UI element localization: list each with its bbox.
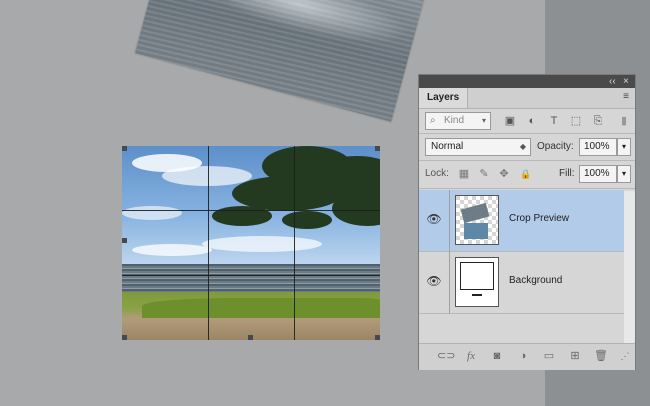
crop-grid-line xyxy=(122,275,380,276)
crop-grid-line xyxy=(122,210,380,211)
lock-all-icon[interactable]: 🔒 xyxy=(519,167,533,181)
dropdown-icon: ▾ xyxy=(481,116,486,125)
filter-kind-label: Kind xyxy=(444,115,465,126)
sea xyxy=(122,264,380,294)
add-mask-icon[interactable]: ◙ xyxy=(489,348,505,364)
crop-grid-line xyxy=(294,146,295,340)
tree-foliage xyxy=(212,146,380,246)
lock-transparent-pixels-icon[interactable]: ▦ xyxy=(457,167,471,181)
layer-thumbnail xyxy=(455,195,499,245)
link-layers-icon[interactable]: ⊂⊃ xyxy=(437,348,455,364)
grass xyxy=(142,298,380,318)
filter-toggle-icon[interactable]: ▮ xyxy=(617,114,631,128)
search-icon: ⌕ xyxy=(430,115,436,126)
lock-image-pixels-icon[interactable]: ✎ xyxy=(477,167,491,181)
tab-layers[interactable]: Layers xyxy=(419,88,469,108)
crop-handle[interactable] xyxy=(122,335,127,340)
tab-row: Layers ≡ xyxy=(419,88,635,109)
panel-menu-icon[interactable]: ≡ xyxy=(623,91,629,102)
crop-handle[interactable] xyxy=(248,335,253,340)
collapse-button[interactable]: ‹‹ xyxy=(609,75,616,88)
type-filter-icon[interactable]: T xyxy=(547,114,561,128)
layer-name: Crop Preview xyxy=(509,213,570,224)
crop-handle[interactable] xyxy=(122,146,127,151)
fx-icon[interactable]: fx xyxy=(463,348,479,364)
crop-grid-line xyxy=(208,146,209,340)
fill-label: Fill: xyxy=(559,168,575,179)
layer-thumbnail xyxy=(455,257,499,307)
crop-handle[interactable] xyxy=(375,335,380,340)
layer-row-background[interactable]: 👁 Background xyxy=(419,252,624,314)
delete-icon[interactable]: 🗑 xyxy=(593,348,609,364)
close-button[interactable]: × xyxy=(623,75,629,88)
adjustment-layer-icon[interactable]: ◑ xyxy=(515,348,531,364)
blend-mode-select[interactable]: Normal ◆ xyxy=(425,138,531,156)
opacity-label: Opacity: xyxy=(537,141,574,152)
pixel-filter-icon[interactable]: ▣ xyxy=(503,114,517,128)
blend-mode-value: Normal xyxy=(431,141,464,152)
eye-icon[interactable]: 👁 xyxy=(425,212,443,228)
eye-icon[interactable]: 👁 xyxy=(425,274,443,290)
layers-bottom-bar: ⊂⊃ fx ◙ ◑ ▭ ⊞ 🗑 ⋰ xyxy=(419,343,635,370)
opacity-input[interactable]: 100% xyxy=(579,138,617,156)
new-layer-icon[interactable]: ⊞ xyxy=(567,348,583,364)
layer-row-crop-preview[interactable]: 👁 Crop Preview xyxy=(419,190,624,252)
fill-dropdown-icon[interactable]: ▾ xyxy=(617,165,631,183)
layers-panel: ‹‹ × Layers ≡ ⌕ Kind ▾ ▣ ◐ T ⬚ ⎘ ▮ Norma… xyxy=(418,74,636,370)
layer-filter-select[interactable]: ⌕ Kind ▾ xyxy=(425,112,491,130)
rotated-water-photo[interactable] xyxy=(135,0,430,122)
panel-title-bar[interactable]: ‹‹ × xyxy=(419,75,635,88)
group-icon[interactable]: ▭ xyxy=(541,348,557,364)
lock-position-icon[interactable]: ✥ xyxy=(497,167,511,181)
fill-input[interactable]: 100% xyxy=(579,165,617,183)
crop-handle[interactable] xyxy=(122,238,127,243)
layer-name: Background xyxy=(509,275,563,286)
lock-label: Lock: xyxy=(425,168,449,179)
layers-scrollbar[interactable] xyxy=(624,191,635,343)
crop-handle[interactable] xyxy=(375,146,380,151)
adjustment-filter-icon[interactable]: ◐ xyxy=(525,114,539,128)
resize-grip-icon[interactable]: ⋰ xyxy=(617,348,633,364)
dropdown-icon: ◆ xyxy=(519,142,526,151)
opacity-dropdown-icon[interactable]: ▾ xyxy=(617,138,631,156)
smart-object-filter-icon[interactable]: ⎘ xyxy=(591,114,605,128)
crop-preview-photo[interactable] xyxy=(122,146,380,340)
shape-filter-icon[interactable]: ⬚ xyxy=(569,114,583,128)
